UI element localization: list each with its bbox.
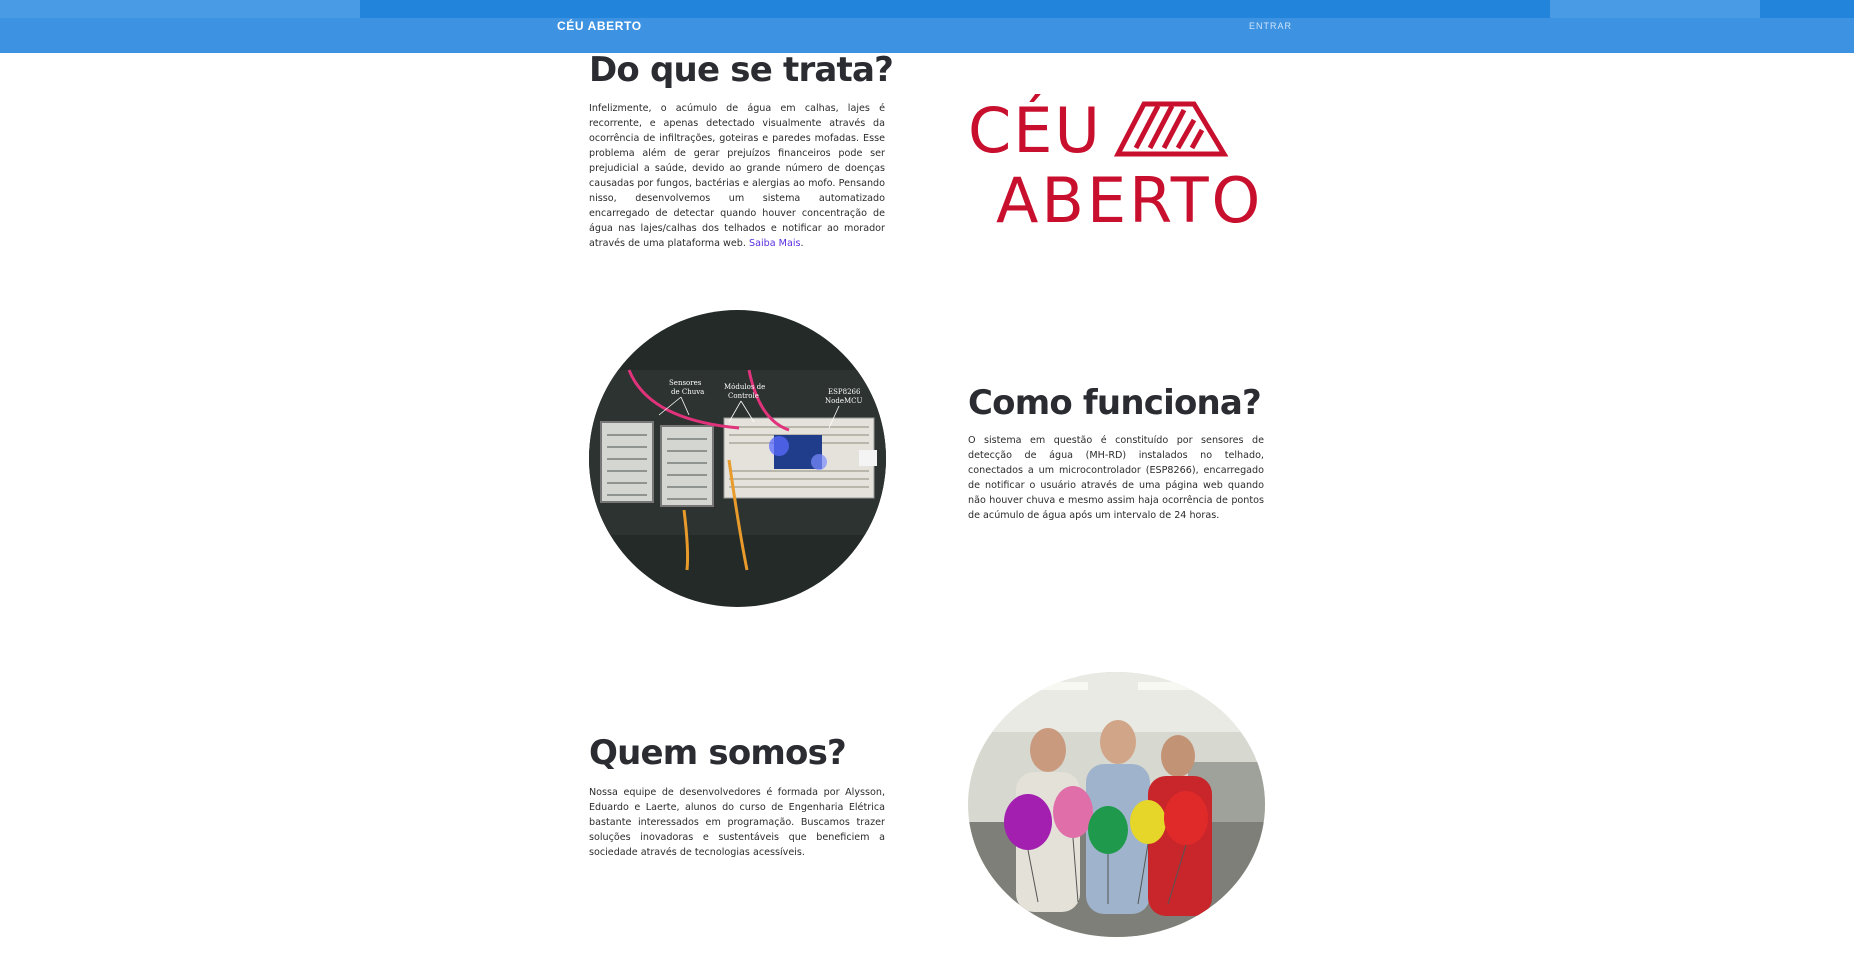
navbar-band — [360, 0, 1550, 18]
team-image — [968, 672, 1265, 937]
logo-line2: ABERTO — [996, 164, 1263, 230]
about-title: Do que se trata? — [589, 50, 894, 90]
roof-icon — [1113, 101, 1229, 157]
brand-link[interactable]: CÉU ABERTO — [557, 19, 642, 33]
prototype-image: Sensores de Chuva Módulos de Controle ES… — [589, 310, 886, 607]
label-modules-2: Controle — [728, 392, 759, 400]
ceu-aberto-logo: CÉU ABERTO — [968, 90, 1268, 237]
label-modules-1: Módulos de — [724, 383, 765, 391]
logo-graphic: CÉU ABERTO — [968, 94, 1263, 237]
navbar-band — [0, 0, 360, 18]
about-text: Infelizmente, o acúmulo de água em calha… — [589, 101, 885, 251]
logo-line1: CÉU — [968, 94, 1102, 167]
prototype-photo: Sensores de Chuva Módulos de Controle ES… — [589, 310, 886, 607]
about-body: Infelizmente, o acúmulo de água em calha… — [589, 103, 885, 249]
label-esp-2: NodeMCU — [825, 397, 862, 405]
label-sensors-2: de Chuva — [671, 388, 704, 396]
login-link[interactable]: ENTRAR — [1249, 21, 1292, 31]
label-sensors-1: Sensores — [669, 379, 702, 387]
how-title: Como funciona? — [968, 383, 1262, 423]
team-text: Nossa equipe de desenvolvedores é formad… — [589, 787, 885, 858]
navbar: CÉU ABERTO ENTRAR — [0, 0, 1854, 53]
about-trailing: . — [800, 238, 804, 249]
label-esp-1: ESP8266 — [828, 388, 861, 396]
team-photo — [968, 672, 1265, 937]
how-text: O sistema em questão é constituído por s… — [968, 435, 1264, 521]
navbar-band — [1550, 0, 1760, 18]
navbar-band — [1760, 0, 1854, 18]
learn-more-link[interactable]: Saiba Mais — [749, 238, 800, 249]
team-title: Quem somos? — [589, 733, 847, 773]
